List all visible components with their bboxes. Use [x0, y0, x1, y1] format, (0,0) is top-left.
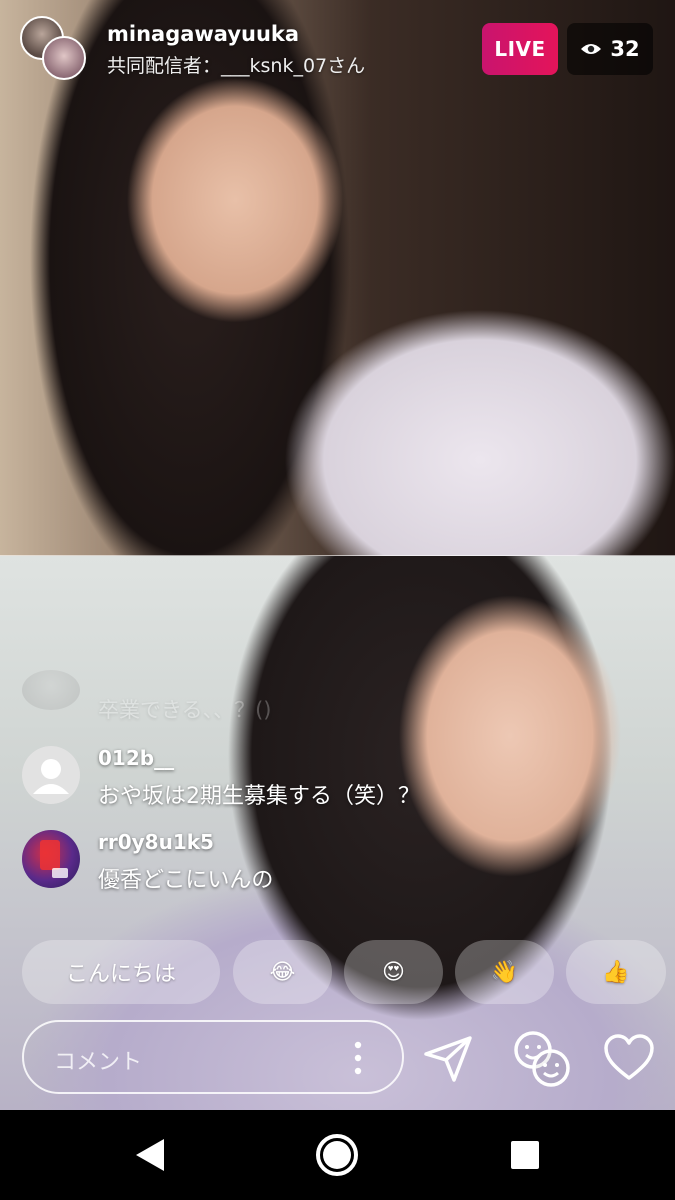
comment-text: 優香どこにいんの: [98, 868, 274, 893]
quick-reactions: こんにちは 😂 😍 👋 👍: [0, 940, 675, 1004]
comment-avatar[interactable]: [22, 830, 80, 888]
back-triangle-icon[interactable]: [126, 1130, 176, 1180]
quick-reaction-thumbs-up[interactable]: 👍: [566, 940, 666, 1004]
live-badge: LIVE: [482, 23, 558, 75]
recents-square-icon[interactable]: [500, 1130, 550, 1180]
comment-input[interactable]: コメント: [22, 1020, 404, 1094]
quick-reply-hello[interactable]: こんにちは: [22, 940, 220, 1004]
faces-icon[interactable]: [510, 1026, 574, 1090]
system-nav-bar: [0, 1110, 675, 1200]
viewer-count: 32: [610, 37, 640, 61]
eye-icon: [581, 44, 602, 54]
quick-reaction-laugh[interactable]: 😂: [233, 940, 332, 1004]
quick-reaction-wave[interactable]: 👋: [455, 940, 554, 1004]
default-user-icon: [22, 746, 80, 804]
cohost-label[interactable]: 共同配信者：___ksnk_07さん: [107, 51, 365, 78]
quick-reaction-heart-eyes[interactable]: 😍: [344, 940, 443, 1004]
comment-avatar: [22, 670, 80, 710]
host-username[interactable]: minagawayuuka: [107, 22, 299, 46]
comment-avatar[interactable]: [22, 746, 80, 804]
comment-username[interactable]: rr0y8u1k5: [98, 830, 214, 854]
live-header: minagawayuuka 共同配信者：___ksnk_07さん LIVE 32: [0, 0, 675, 95]
cohost-avatar[interactable]: [42, 36, 86, 80]
comment-text: おや坂は2期生募集する（笑）？: [98, 784, 420, 809]
viewer-count-badge[interactable]: 32: [567, 23, 653, 75]
heart-icon[interactable]: [603, 1032, 655, 1084]
user-photo-icon: [40, 840, 68, 878]
paper-plane-icon[interactable]: [418, 1028, 478, 1088]
comment-text: 卒業できる、、？(): [98, 698, 272, 722]
home-circle-icon[interactable]: [312, 1130, 362, 1180]
vertical-dots-icon[interactable]: [353, 1040, 363, 1076]
comment-placeholder: コメント: [54, 1050, 143, 1075]
host-avatars[interactable]: [20, 16, 86, 82]
comment-feed: 卒業できる、、？() 012b__ おや坂は2期生募集する（笑）？ rr0y8u…: [0, 670, 675, 910]
comment-username[interactable]: 012b__: [98, 746, 174, 770]
